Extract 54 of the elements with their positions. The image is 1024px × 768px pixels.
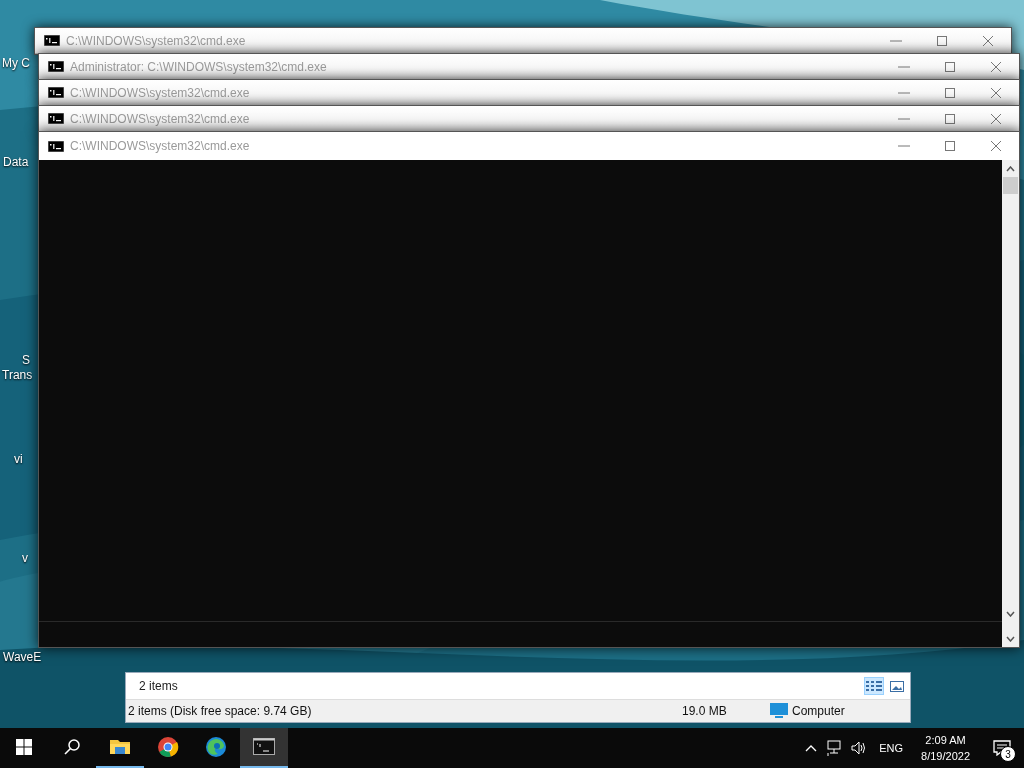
list-icon (866, 680, 882, 692)
desktop-icon-label[interactable]: v (22, 551, 28, 565)
scroll-down-icon[interactable] (1006, 610, 1015, 617)
close-icon (982, 34, 994, 47)
close-icon (990, 112, 1002, 125)
window-title: C:\WINDOWS\system32\cmd.exe (66, 33, 247, 48)
scroll-thumb[interactable] (1003, 177, 1018, 194)
console-icon (253, 736, 275, 758)
scroll-down-icon[interactable] (1006, 635, 1015, 642)
console-icon (48, 61, 64, 72)
console-icon (48, 140, 64, 152)
network-icon[interactable] (827, 740, 844, 756)
taskbar-app[interactable] (240, 728, 288, 768)
maximize-icon (944, 60, 956, 73)
computer-icon (770, 703, 788, 719)
windows-logo-icon (16, 739, 32, 755)
clock-date[interactable]: 8/19/2022 (921, 748, 970, 764)
desktop-icon-label[interactable]: My C (2, 56, 30, 70)
close-icon (990, 86, 1002, 99)
message-icon (993, 740, 1011, 756)
maximize-icon (936, 34, 948, 47)
volume-icon[interactable] (851, 740, 868, 756)
close-icon (990, 140, 1002, 152)
maximize-icon (944, 86, 956, 99)
console-icon (48, 113, 64, 124)
notification-count: 3 (1000, 746, 1016, 762)
item-count: 2 items (139, 679, 179, 693)
browser-icon (157, 736, 179, 758)
scrollbar[interactable] (1002, 160, 1019, 647)
browser-icon (205, 736, 227, 758)
window-title: Administrator: C:\WINDOWS\system32\cmd.exe (70, 59, 328, 74)
desktop-icon-label[interactable]: S (22, 353, 30, 367)
status-text: 2 items (Disk free space: 9.74 GB) (127, 704, 313, 718)
console-icon (48, 87, 64, 98)
language-indicator[interactable]: ENG (871, 742, 912, 754)
desktop-icon-label[interactable]: Data (3, 155, 29, 169)
desktop-icon-label[interactable]: vi (14, 452, 23, 466)
window-title: C:\WINDOWS\system32\cmd.exe (70, 85, 251, 100)
maximize-icon (944, 112, 956, 125)
desktop-icon-label[interactable]: Trans (2, 368, 33, 382)
image-icon (890, 680, 904, 692)
scroll-up-icon[interactable] (1006, 165, 1015, 172)
desktop-icon-label[interactable]: WaveE (3, 650, 42, 664)
selection-size: 19.0 MB (681, 704, 728, 718)
location-label: Computer (792, 704, 845, 718)
window-title: C:\WINDOWS\system32\cmd.exe (70, 139, 251, 153)
details-view-button[interactable] (864, 677, 884, 695)
clock-time[interactable]: 2:09 AM (925, 732, 966, 748)
console-icon (44, 35, 60, 46)
maximize-icon (944, 140, 956, 152)
window-title: C:\WINDOWS\system32\cmd.exe (70, 111, 251, 126)
close-icon (990, 60, 1002, 73)
search-icon (64, 739, 80, 755)
notifications-button[interactable]: 3 (980, 728, 1024, 768)
